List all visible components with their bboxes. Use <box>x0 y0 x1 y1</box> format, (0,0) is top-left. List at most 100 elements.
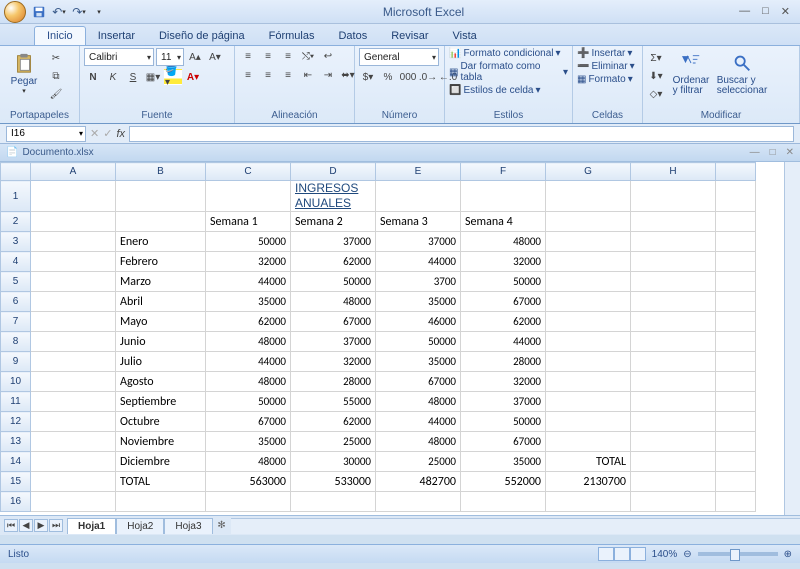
cell[interactable]: 482700 <box>376 472 461 492</box>
underline-icon[interactable]: S <box>124 69 142 85</box>
zoom-in-icon[interactable]: ⊕ <box>784 549 792 560</box>
cell[interactable] <box>546 212 631 232</box>
vertical-scrollbar[interactable] <box>784 162 800 515</box>
cell[interactable]: Diciembre <box>116 452 206 472</box>
cell[interactable] <box>716 372 756 392</box>
cell[interactable]: 2130700 <box>546 472 631 492</box>
italic-icon[interactable]: K <box>104 69 122 85</box>
cell[interactable]: Julio <box>116 352 206 372</box>
format-as-table-button[interactable]: ▦Dar formato como tabla ▾ <box>449 61 568 83</box>
new-sheet-icon[interactable]: ✻ <box>213 520 231 531</box>
align-bottom-icon[interactable]: ≡ <box>279 48 297 64</box>
row-header[interactable]: 9 <box>1 352 31 372</box>
align-top-icon[interactable]: ≡ <box>239 48 257 64</box>
cell[interactable]: 37000 <box>461 392 546 412</box>
cell[interactable]: Semana 3 <box>376 212 461 232</box>
cell[interactable]: TOTAL <box>546 452 631 472</box>
cell[interactable] <box>546 312 631 332</box>
normal-view-icon[interactable] <box>598 547 614 561</box>
orientation-icon[interactable]: ⤭▾ <box>299 48 317 64</box>
fill-icon[interactable]: ⬇▾ <box>647 68 665 84</box>
cut-icon[interactable]: ✂ <box>47 50 65 66</box>
doc-minimize-icon[interactable]: — <box>750 147 760 158</box>
cell[interactable]: INGRESOS ANUALES <box>291 181 376 212</box>
row-header[interactable]: 15 <box>1 472 31 492</box>
cell-styles-button[interactable]: 🔲Estilos de celda ▾ <box>449 85 541 96</box>
cell[interactable] <box>31 181 116 212</box>
row-header[interactable]: 10 <box>1 372 31 392</box>
row-header[interactable]: 3 <box>1 232 31 252</box>
row-header[interactable]: 6 <box>1 292 31 312</box>
cell[interactable] <box>546 352 631 372</box>
cell[interactable] <box>631 312 716 332</box>
doc-restore-icon[interactable]: □ <box>770 147 776 158</box>
sort-filter-button[interactable]: Ordenar y filtrar <box>668 48 714 96</box>
tab-vista[interactable]: Vista <box>441 27 489 45</box>
col-header[interactable]: A <box>31 163 116 181</box>
cell[interactable]: 44000 <box>461 332 546 352</box>
grow-font-icon[interactable]: A▴ <box>186 49 204 65</box>
cell[interactable] <box>631 252 716 272</box>
cell[interactable] <box>716 332 756 352</box>
format-cells-button[interactable]: ▦ Formato ▾ <box>577 74 633 85</box>
wrap-text-icon[interactable]: ↩ <box>319 48 337 64</box>
sheet-tab[interactable]: Hoja3 <box>164 518 212 534</box>
cell[interactable] <box>716 232 756 252</box>
cell[interactable] <box>631 181 716 212</box>
cell[interactable] <box>206 181 291 212</box>
row-header[interactable]: 13 <box>1 432 31 452</box>
save-icon[interactable] <box>30 4 48 20</box>
cell[interactable] <box>631 332 716 352</box>
fx-icon[interactable]: fx <box>116 128 125 140</box>
page-layout-view-icon[interactable] <box>614 547 630 561</box>
col-header[interactable]: B <box>116 163 206 181</box>
cell[interactable]: Semana 2 <box>291 212 376 232</box>
tab-inicio[interactable]: Inicio <box>34 26 86 45</box>
cell[interactable]: 32000 <box>461 252 546 272</box>
cell[interactable]: 32000 <box>291 352 376 372</box>
cell[interactable] <box>631 232 716 252</box>
cell[interactable]: TOTAL <box>116 472 206 492</box>
cell[interactable] <box>31 492 116 512</box>
cell[interactable] <box>461 181 546 212</box>
cell[interactable]: Semana 4 <box>461 212 546 232</box>
close-icon[interactable]: ✕ <box>781 5 790 18</box>
conditional-format-button[interactable]: 📊Formato condicional ▾ <box>449 48 561 59</box>
cell[interactable] <box>206 492 291 512</box>
cell[interactable]: Marzo <box>116 272 206 292</box>
formula-input[interactable] <box>129 126 794 142</box>
cell[interactable]: Septiembre <box>116 392 206 412</box>
cell[interactable]: 563000 <box>206 472 291 492</box>
cell[interactable]: 48000 <box>206 372 291 392</box>
cell[interactable]: 3700 <box>376 272 461 292</box>
cell[interactable] <box>546 292 631 312</box>
cell[interactable]: 62000 <box>461 312 546 332</box>
cell[interactable] <box>461 492 546 512</box>
cell[interactable] <box>116 212 206 232</box>
row-header[interactable]: 14 <box>1 452 31 472</box>
cell[interactable]: 62000 <box>291 412 376 432</box>
cell[interactable] <box>31 212 116 232</box>
enter-formula-icon[interactable]: ✓ <box>103 127 112 140</box>
cell[interactable] <box>631 452 716 472</box>
cell[interactable] <box>31 252 116 272</box>
sheet-nav-first[interactable]: ⏮ <box>4 519 18 532</box>
cancel-formula-icon[interactable]: ✕ <box>90 127 99 140</box>
indent-dec-icon[interactable]: ⇤ <box>299 67 317 83</box>
font-size-combo[interactable]: 11 <box>156 48 184 66</box>
cell[interactable] <box>716 452 756 472</box>
cell[interactable]: 48000 <box>206 332 291 352</box>
cell[interactable] <box>546 492 631 512</box>
select-all-corner[interactable] <box>1 163 31 181</box>
cell[interactable]: 50000 <box>206 232 291 252</box>
undo-icon[interactable]: ↶▾ <box>50 4 68 20</box>
cell[interactable] <box>31 372 116 392</box>
cell[interactable]: 32000 <box>206 252 291 272</box>
clear-icon[interactable]: ◇▾ <box>647 86 665 102</box>
row-header[interactable]: 8 <box>1 332 31 352</box>
cell[interactable] <box>291 492 376 512</box>
col-header[interactable]: E <box>376 163 461 181</box>
cell[interactable] <box>31 272 116 292</box>
delete-cells-button[interactable]: ➖ Eliminar ▾ <box>577 61 635 72</box>
cell[interactable] <box>31 472 116 492</box>
